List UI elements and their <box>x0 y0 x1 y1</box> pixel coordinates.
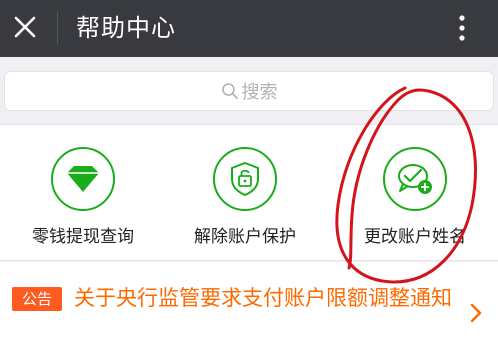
chevron-right-icon <box>466 300 486 326</box>
announcement-row[interactable]: 公告 关于央行监管要求支付账户限额调整通知 <box>0 262 498 361</box>
chat-check-icon <box>398 164 432 194</box>
top-navigation-bar: 帮助中心 <box>0 0 498 57</box>
grid-item-label: 解除账户保护 <box>194 227 296 247</box>
grid-item-label: 更改账户姓名 <box>364 227 466 247</box>
grid-item-change-account-name[interactable]: 更改账户姓名 <box>332 125 498 262</box>
lock-shield-icon <box>231 161 259 197</box>
lock-shield-icon-circle <box>213 147 277 211</box>
chat-check-icon-circle <box>383 147 447 211</box>
grid-item-label: 零钱提现查询 <box>32 227 134 247</box>
more-menu-button[interactable] <box>446 8 478 48</box>
grid-item-unlock-account[interactable]: 解除账户保护 <box>162 125 328 262</box>
search-area: 搜索 <box>0 57 498 123</box>
close-button[interactable] <box>4 6 46 48</box>
announcement-text: 关于央行监管要求支付账户限额调整通知 <box>74 286 452 310</box>
diamond-icon <box>67 166 99 192</box>
more-vertical-icon <box>459 15 465 41</box>
grid-item-change-withdraw-query[interactable]: 零钱提现查询 <box>0 125 166 262</box>
search-placeholder: 搜索 <box>241 82 278 103</box>
close-icon <box>14 16 36 38</box>
header-divider <box>57 12 58 44</box>
search-input[interactable]: 搜索 <box>4 71 494 111</box>
function-grid: 零钱提现查询 解除账户保护 更改账户姓名 <box>0 124 498 261</box>
search-icon <box>221 82 239 100</box>
page-title: 帮助中心 <box>76 14 176 42</box>
diamond-icon-circle <box>51 147 115 211</box>
